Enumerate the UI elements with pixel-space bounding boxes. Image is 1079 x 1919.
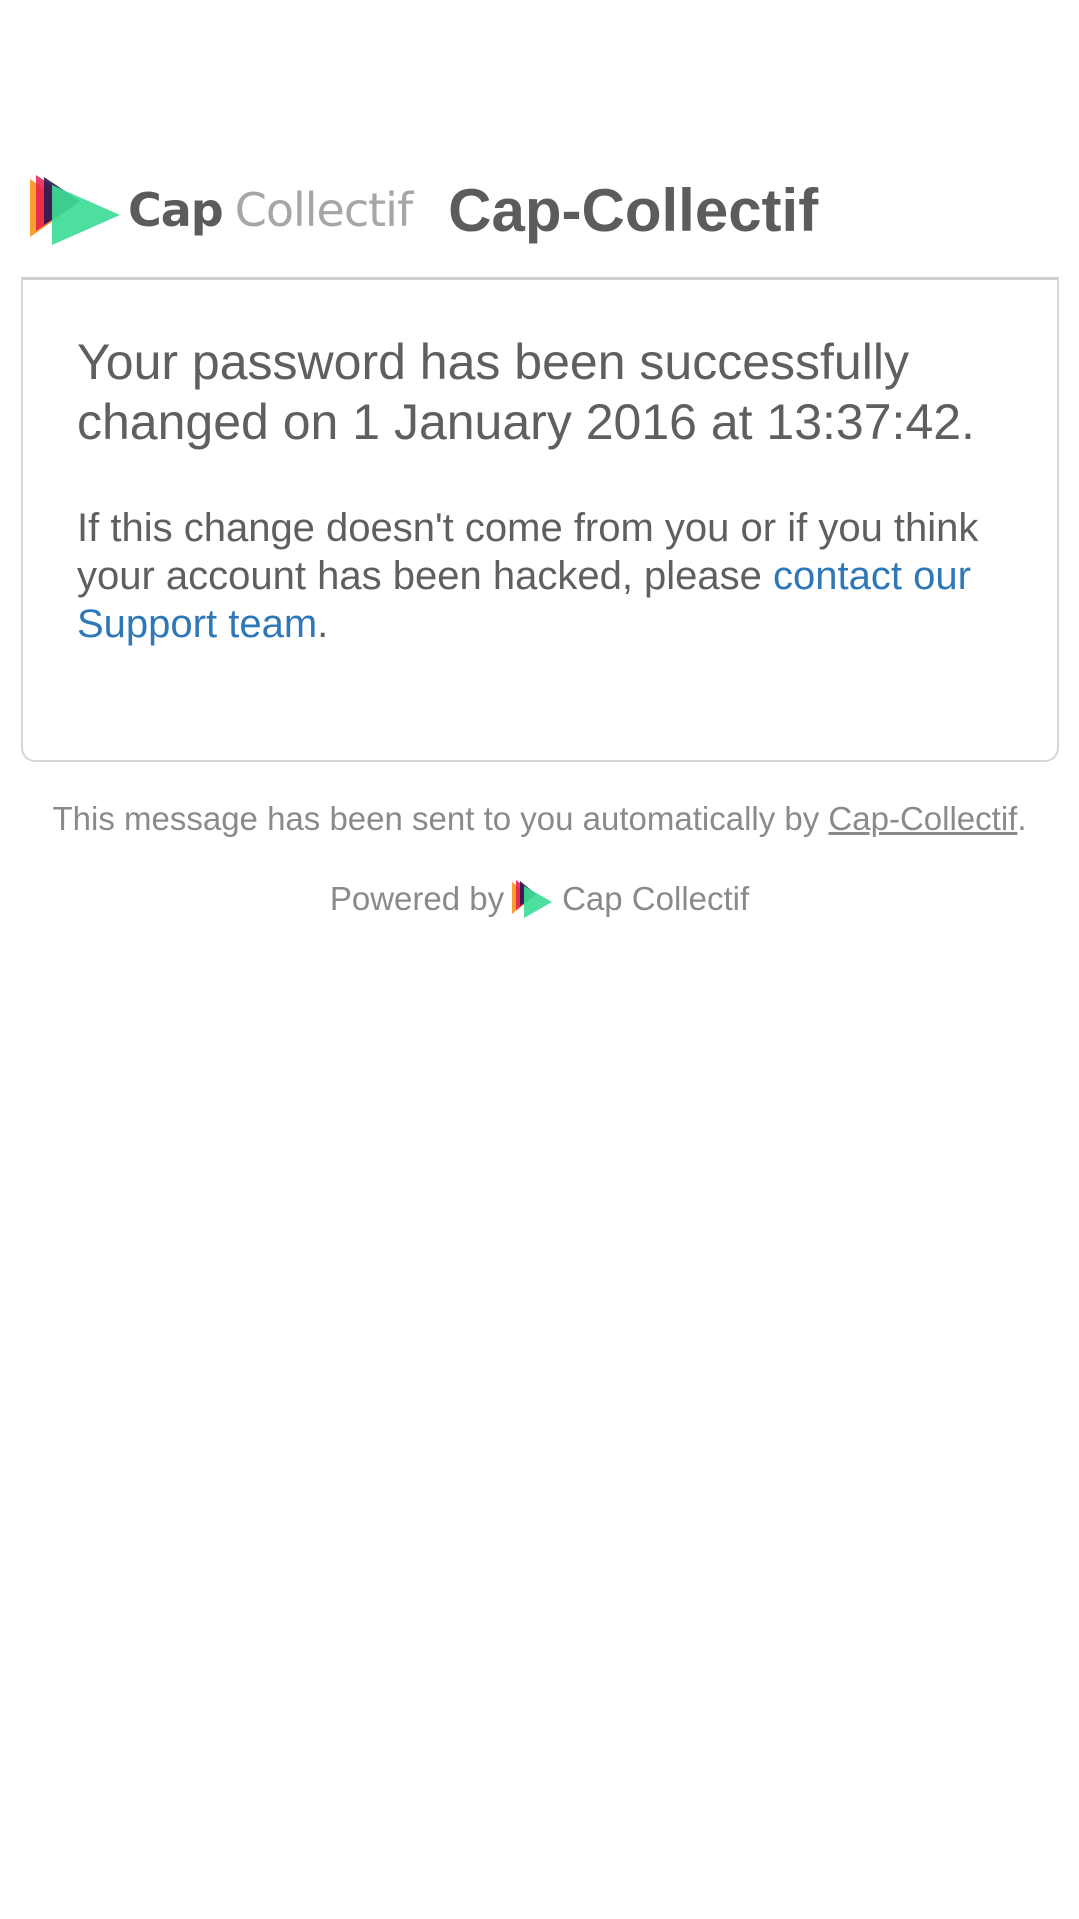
security-notice: If this change doesn't come from you or … [77,504,1003,648]
password-changed-heading: Your password has been successfully chan… [77,334,975,450]
automatic-message-period: . [1017,800,1027,837]
powered-by-line: Powered by Cap Collectif [0,880,1079,918]
cap-collectif-footer-link[interactable]: Cap-Collectif [828,800,1017,837]
message-card: Your password has been successfully chan… [21,277,1059,762]
logo-word-collectif: Collectif [234,183,413,237]
security-notice-period: . [317,602,329,646]
logo-word-cap: Cap [128,183,224,237]
cap-collectif-play-icon [512,880,553,918]
cap-collectif-play-icon [30,175,120,245]
site-title: Cap-Collectif [448,176,819,244]
automatic-message-text: This message has been sent to you automa… [52,800,829,837]
email-header: Cap Collectif Cap-Collectif [30,170,818,250]
powered-by-label: Powered by [329,880,505,917]
automatic-message-note: This message has been sent to you automa… [0,800,1079,838]
powered-by-brand: Cap Collectif [562,880,750,917]
brand-logo: Cap Collectif [30,170,413,250]
